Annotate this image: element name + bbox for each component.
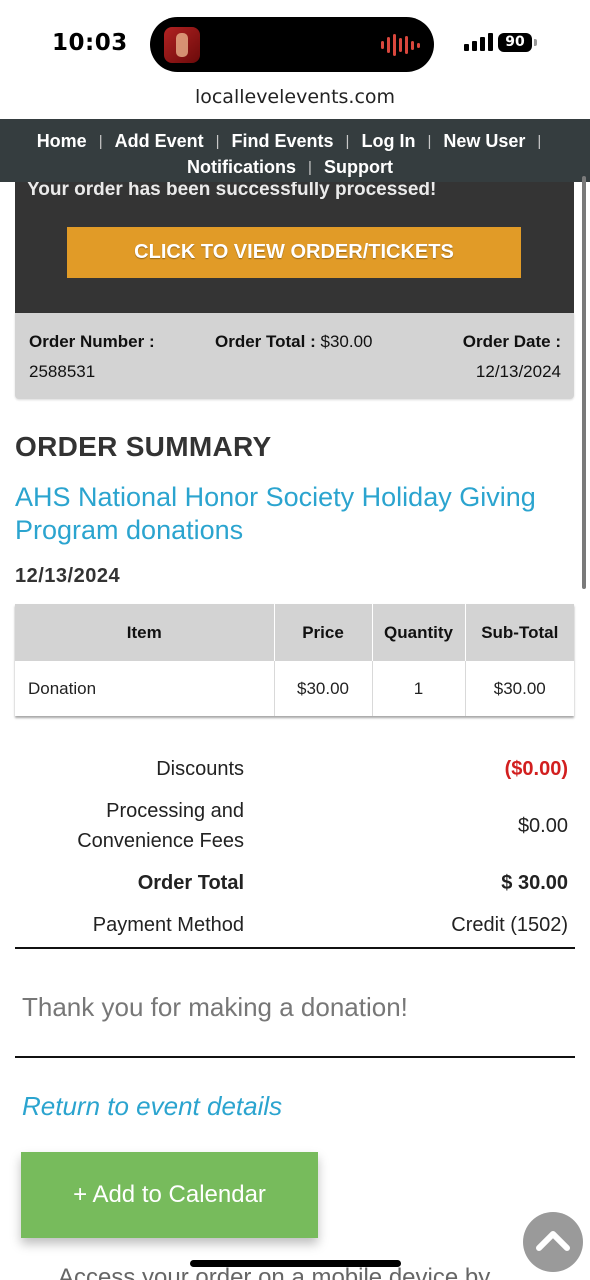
dynamic-island <box>150 17 434 72</box>
success-banner: Your order has been successfully process… <box>15 179 574 313</box>
item-subtotal-cell: $30.00 <box>465 661 574 716</box>
fees-label-line2: Convenience Fees <box>77 830 244 852</box>
now-playing-app-icon <box>164 27 200 63</box>
chevron-up-icon <box>536 1231 570 1251</box>
event-date: 12/13/2024 <box>15 565 121 587</box>
order-number-label: Order Number : <box>29 332 155 351</box>
return-to-event-link[interactable]: Return to event details <box>22 1091 282 1122</box>
order-number-value: 2588531 <box>29 362 96 381</box>
thank-you-message: Thank you for making a donation! <box>22 992 408 1022</box>
battery-tip <box>534 39 537 46</box>
order-total-value: $ 30.00 <box>501 872 568 894</box>
cellular-signal-icon <box>464 33 493 51</box>
nav-separator: | <box>427 133 432 150</box>
nav-separator: | <box>215 133 220 150</box>
payment-method-value: Credit (1502) <box>451 914 568 936</box>
nav-separator: | <box>345 133 350 150</box>
order-total-label: Order Total <box>137 872 244 894</box>
battery-icon: 90 <box>498 33 532 52</box>
nav-row-2: Notifications | Support <box>0 157 590 178</box>
order-info-box: Order Number : 2588531 Order Total : $30… <box>15 313 574 399</box>
scroll-to-top-button[interactable] <box>523 1212 583 1272</box>
order-date-label: Order Date : <box>462 332 561 351</box>
nav-separator: | <box>308 159 312 176</box>
divider <box>15 947 575 949</box>
nav-log-in[interactable]: Log In <box>361 131 415 152</box>
event-title[interactable]: AHS National Honor Society Holiday Givin… <box>15 481 575 547</box>
nav-home[interactable]: Home <box>37 131 87 152</box>
nav-find-events[interactable]: Find Events <box>232 131 334 152</box>
discounts-value: ($0.00) <box>504 758 568 780</box>
column-header-quantity: Quantity <box>372 604 466 661</box>
nav-new-user[interactable]: New User <box>443 131 525 152</box>
order-total-info: Order Total : $30.00 <box>215 332 372 352</box>
column-header-subtotal: Sub-Total <box>465 604 574 661</box>
home-indicator[interactable] <box>190 1260 401 1267</box>
order-total-value: $30.00 <box>320 332 373 351</box>
table-row: Donation $30.00 1 $30.00 <box>15 661 574 716</box>
nav-row-1: Home | Add Event | Find Events | Log In … <box>0 131 590 152</box>
table-header-row: Item Price Quantity Sub-Total <box>15 604 574 661</box>
add-to-calendar-button[interactable]: + Add to Calendar <box>21 1152 318 1238</box>
main-nav: Home | Add Event | Find Events | Log In … <box>0 119 590 182</box>
order-summary-title: ORDER SUMMARY <box>15 431 272 462</box>
status-time: 10:03 <box>52 30 128 56</box>
divider <box>15 1056 575 1058</box>
payment-method-label: Payment Method <box>92 914 244 936</box>
nav-add-event[interactable]: Add Event <box>115 131 204 152</box>
discounts-label: Discounts <box>156 758 244 780</box>
nav-support[interactable]: Support <box>324 157 393 178</box>
nav-notifications[interactable]: Notifications <box>187 157 296 178</box>
order-total-label: Order Total : <box>215 332 316 351</box>
success-message: Your order has been successfully process… <box>27 179 437 200</box>
item-name-cell: Donation <box>15 661 275 716</box>
order-items-table: Item Price Quantity Sub-Total Donation $… <box>15 604 574 716</box>
item-quantity-cell: 1 <box>372 661 466 716</box>
audio-waveform-icon <box>381 34 420 56</box>
fees-label-line1: Processing and <box>106 800 244 822</box>
order-date-value: 12/13/2024 <box>475 362 561 381</box>
fees-value: $0.00 <box>517 815 568 837</box>
nav-separator: | <box>98 133 103 150</box>
url-bar[interactable]: locallevelevents.com <box>0 86 590 108</box>
page-scrollbar[interactable] <box>582 176 586 589</box>
column-header-item: Item <box>15 604 275 661</box>
column-header-price: Price <box>274 604 373 661</box>
item-price-cell: $30.00 <box>274 661 373 716</box>
view-order-tickets-button[interactable]: CLICK TO VIEW ORDER/TICKETS <box>67 227 521 278</box>
status-bar: 10:03 90 <box>0 0 590 86</box>
nav-separator: | <box>537 133 542 150</box>
